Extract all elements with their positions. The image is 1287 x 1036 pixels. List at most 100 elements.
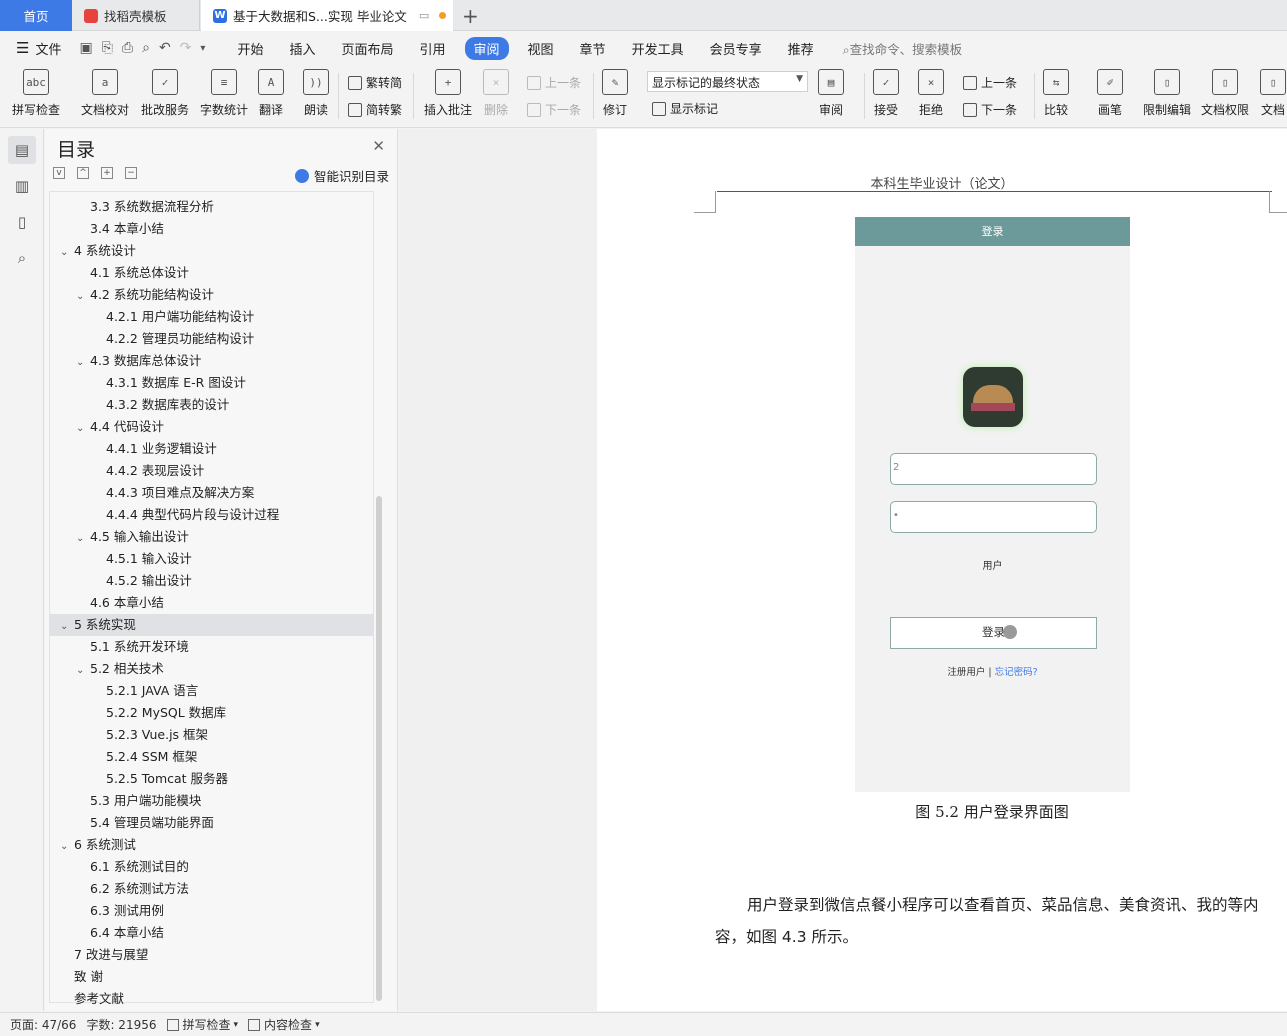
chevron-down-icon[interactable]: ⌄ — [76, 528, 90, 550]
menu-layout[interactable]: 页面布局 — [341, 39, 393, 58]
doc-more-button[interactable]: ▯ 文档 — [1260, 69, 1286, 118]
print-icon[interactable]: ⎙ — [122, 40, 133, 56]
smart-toc-button[interactable]: 智能识别目录 — [294, 166, 389, 185]
revise-button[interactable]: ✎ 修订 — [602, 69, 628, 118]
toc-item[interactable]: ⌄ 4 系统设计 — [50, 240, 373, 262]
batch-service-button[interactable]: ✓ 批改服务 — [141, 69, 189, 118]
tab-home[interactable]: 首页 — [0, 0, 72, 31]
toc-item[interactable]: 4.3.2 数据库表的设计 — [50, 394, 373, 416]
menu-developer[interactable]: 开发工具 — [632, 39, 684, 58]
bookmark-icon[interactable]: ▯ — [8, 208, 36, 236]
toc-item[interactable]: 5.4 管理员端功能界面 — [50, 812, 373, 834]
close-icon[interactable]: ✕ — [372, 137, 385, 155]
toc-item[interactable]: 5.2.4 SSM 框架 — [50, 746, 373, 768]
prev-comment-button[interactable]: 上一条 — [527, 74, 581, 91]
export-icon[interactable]: ⎘ — [102, 40, 113, 56]
word-count-button[interactable]: ≡ 字数统计 — [200, 69, 248, 118]
translate-button[interactable]: A 翻译 — [258, 69, 284, 118]
save-icon[interactable]: ▣ — [79, 40, 92, 56]
menu-start[interactable]: 开始 — [237, 39, 263, 58]
toc-item[interactable]: 7 改进与展望 — [50, 944, 373, 966]
toc-item[interactable]: 4.4.1 业务逻辑设计 — [50, 438, 373, 460]
toc-item[interactable]: 6.1 系统测试目的 — [50, 856, 373, 878]
compare-button[interactable]: ⇆ 比较 — [1043, 69, 1069, 118]
toc-item[interactable]: 5.2.2 MySQL 数据库 — [50, 702, 373, 724]
next-change-button[interactable]: 下一条 — [963, 101, 1017, 118]
file-menu[interactable]: ☰ 文件 — [16, 39, 61, 58]
show-markup-button[interactable]: 显示标记 — [652, 100, 718, 117]
menu-review[interactable]: 审阅 — [464, 36, 509, 60]
toc-item[interactable]: 6.2 系统测试方法 — [50, 878, 373, 900]
status-spell-check[interactable]: 拼写检查 ▾ — [166, 1016, 238, 1033]
menu-view[interactable]: 视图 — [528, 39, 554, 58]
doc-proofread-button[interactable]: a 文档校对 — [81, 69, 129, 118]
toc-item[interactable]: 参考文献 — [50, 988, 373, 1010]
spell-check-button[interactable]: abc 拼写检查 — [12, 69, 60, 118]
tab-template[interactable]: 找稻壳模板 — [72, 0, 200, 31]
toc-item[interactable]: ⌄ 6 系统测试 — [50, 834, 373, 856]
simp-to-trad-button[interactable]: 简转繁 — [348, 101, 402, 118]
toc-item[interactable]: 6.3 测试用例 — [50, 900, 373, 922]
redo-icon[interactable]: ↷ — [180, 40, 192, 56]
toc-item[interactable]: ⌄ 5 系统实现 — [50, 614, 373, 636]
command-search[interactable]: ⌕查找命令、搜索模板 — [843, 39, 963, 58]
accept-button[interactable]: ✓ 接受 — [873, 69, 899, 118]
markup-state-select[interactable]: 显示标记的最终状态 ▼ — [647, 71, 808, 92]
collapse-all-icon[interactable]: v — [53, 167, 65, 179]
add-level-icon[interactable]: + — [101, 167, 113, 179]
toc-item[interactable]: 3.3 系统数据流程分析 — [50, 196, 373, 218]
chevron-down-icon[interactable]: ⌄ — [76, 418, 90, 440]
insert-comment-button[interactable]: + 插入批注 — [424, 69, 472, 118]
next-comment-button[interactable]: 下一条 — [527, 101, 581, 118]
pen-button[interactable]: ✐ 画笔 — [1097, 69, 1123, 118]
chevron-down-icon[interactable]: ⌄ — [60, 616, 74, 638]
toc-item[interactable]: 4.5.2 输出设计 — [50, 570, 373, 592]
monitor-icon[interactable]: ▭ — [419, 9, 429, 22]
toc-item[interactable]: 6.4 本章小结 — [50, 922, 373, 944]
toc-item[interactable]: 4.2.1 用户端功能结构设计 — [50, 306, 373, 328]
review-button[interactable]: ▤ 审阅 — [818, 69, 844, 118]
prev-change-button[interactable]: 上一条 — [963, 74, 1017, 91]
menu-reference[interactable]: 引用 — [420, 39, 446, 58]
word-count-indicator[interactable]: 字数: 21956 — [86, 1016, 156, 1033]
chevron-down-icon[interactable]: ⌄ — [76, 286, 90, 308]
delete-comment-button[interactable]: × 删除 — [483, 69, 509, 118]
expand-all-icon[interactable]: ^ — [77, 167, 89, 179]
new-tab-button[interactable]: + — [462, 4, 479, 28]
undo-icon[interactable]: ↶ — [159, 40, 171, 56]
toc-item[interactable]: ⌄ 4.3 数据库总体设计 — [50, 350, 373, 372]
toc-item[interactable]: ⌄ 4.4 代码设计 — [50, 416, 373, 438]
toc-item[interactable]: 4.2.2 管理员功能结构设计 — [50, 328, 373, 350]
toc-item[interactable]: 4.4.3 项目难点及解决方案 — [50, 482, 373, 504]
toc-scrollbar[interactable] — [376, 496, 382, 1001]
toc-item[interactable]: 5.2.1 JAVA 语言 — [50, 680, 373, 702]
chevron-down-icon[interactable]: ⌄ — [60, 242, 74, 264]
toc-item[interactable]: 5.2.3 Vue.js 框架 — [50, 724, 373, 746]
menu-insert[interactable]: 插入 — [289, 39, 315, 58]
toc-item[interactable]: 致 谢 — [50, 966, 373, 988]
reject-button[interactable]: × 拒绝 — [918, 69, 944, 118]
restrict-edit-button[interactable]: ▯ 限制编辑 — [1143, 69, 1191, 118]
status-content-check[interactable]: 内容检查 ▾ — [248, 1016, 320, 1033]
toc-item[interactable]: 5.1 系统开发环境 — [50, 636, 373, 658]
toc-item[interactable]: 4.4.2 表现层设计 — [50, 460, 373, 482]
read-aloud-button[interactable]: )) 朗读 — [303, 69, 329, 118]
toc-item[interactable]: ⌄ 5.2 相关技术 — [50, 658, 373, 680]
toc-item[interactable]: ⌄ 4.5 输入输出设计 — [50, 526, 373, 548]
toc-item[interactable]: 5.2.5 Tomcat 服务器 — [50, 768, 373, 790]
menu-member[interactable]: 会员专享 — [710, 39, 762, 58]
toc-item[interactable]: 4.3.1 数据库 E-R 图设计 — [50, 372, 373, 394]
toc-item[interactable]: 3.4 本章小结 — [50, 218, 373, 240]
chevron-down-icon[interactable]: ⌄ — [76, 660, 90, 682]
toc-item[interactable]: ⌄ 4.2 系统功能结构设计 — [50, 284, 373, 306]
page-indicator[interactable]: 页面: 47/66 — [10, 1016, 76, 1033]
chevron-down-icon[interactable]: ⌄ — [76, 352, 90, 374]
find-icon[interactable]: ⌕ — [8, 244, 36, 272]
menu-chapter[interactable]: 章节 — [580, 39, 606, 58]
tab-document[interactable]: W 基于大数据和S...实现 毕业论文 ▭ — [201, 0, 453, 31]
toc-item[interactable]: 5.3 用户端功能模块 — [50, 790, 373, 812]
toc-item[interactable]: 4.6 本章小结 — [50, 592, 373, 614]
toc-item[interactable]: 4.4.4 典型代码片段与设计过程 — [50, 504, 373, 526]
doc-permission-button[interactable]: ▯ 文档权限 — [1201, 69, 1249, 118]
toc-pane-icon[interactable]: ▤ — [8, 136, 36, 164]
